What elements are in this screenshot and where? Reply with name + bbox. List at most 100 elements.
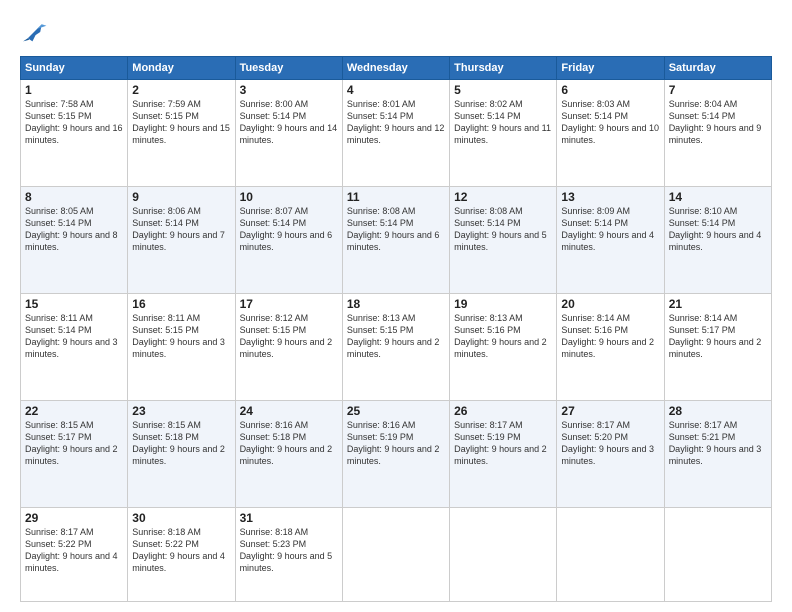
day-number: 29 xyxy=(25,511,123,525)
day-info: Sunrise: 8:07 AM Sunset: 5:14 PM Dayligh… xyxy=(240,205,338,254)
day-number: 22 xyxy=(25,404,123,418)
day-number: 3 xyxy=(240,83,338,97)
day-info: Sunrise: 8:11 AM Sunset: 5:14 PM Dayligh… xyxy=(25,312,123,361)
day-info: Sunrise: 8:03 AM Sunset: 5:14 PM Dayligh… xyxy=(561,98,659,147)
day-info: Sunrise: 8:13 AM Sunset: 5:15 PM Dayligh… xyxy=(347,312,445,361)
table-row xyxy=(664,508,771,602)
table-row: 15 Sunrise: 8:11 AM Sunset: 5:14 PM Dayl… xyxy=(21,294,128,401)
day-info: Sunrise: 7:59 AM Sunset: 5:15 PM Dayligh… xyxy=(132,98,230,147)
day-info: Sunrise: 8:08 AM Sunset: 5:14 PM Dayligh… xyxy=(454,205,552,254)
day-info: Sunrise: 8:10 AM Sunset: 5:14 PM Dayligh… xyxy=(669,205,767,254)
calendar-week-row: 15 Sunrise: 8:11 AM Sunset: 5:14 PM Dayl… xyxy=(21,294,772,401)
logo-icon xyxy=(20,18,48,46)
day-number: 18 xyxy=(347,297,445,311)
day-number: 31 xyxy=(240,511,338,525)
day-number: 28 xyxy=(669,404,767,418)
table-row: 31 Sunrise: 8:18 AM Sunset: 5:23 PM Dayl… xyxy=(235,508,342,602)
day-number: 5 xyxy=(454,83,552,97)
table-row: 5 Sunrise: 8:02 AM Sunset: 5:14 PM Dayli… xyxy=(450,80,557,187)
day-info: Sunrise: 8:15 AM Sunset: 5:18 PM Dayligh… xyxy=(132,419,230,468)
calendar-week-row: 8 Sunrise: 8:05 AM Sunset: 5:14 PM Dayli… xyxy=(21,187,772,294)
day-number: 12 xyxy=(454,190,552,204)
header-tuesday: Tuesday xyxy=(235,57,342,80)
day-info: Sunrise: 8:13 AM Sunset: 5:16 PM Dayligh… xyxy=(454,312,552,361)
table-row: 25 Sunrise: 8:16 AM Sunset: 5:19 PM Dayl… xyxy=(342,401,449,508)
day-number: 17 xyxy=(240,297,338,311)
day-number: 13 xyxy=(561,190,659,204)
logo xyxy=(20,18,52,46)
day-number: 7 xyxy=(669,83,767,97)
table-row: 11 Sunrise: 8:08 AM Sunset: 5:14 PM Dayl… xyxy=(342,187,449,294)
day-info: Sunrise: 8:06 AM Sunset: 5:14 PM Dayligh… xyxy=(132,205,230,254)
table-row: 12 Sunrise: 8:08 AM Sunset: 5:14 PM Dayl… xyxy=(450,187,557,294)
day-info: Sunrise: 8:04 AM Sunset: 5:14 PM Dayligh… xyxy=(669,98,767,147)
table-row xyxy=(450,508,557,602)
day-info: Sunrise: 8:17 AM Sunset: 5:20 PM Dayligh… xyxy=(561,419,659,468)
table-row: 9 Sunrise: 8:06 AM Sunset: 5:14 PM Dayli… xyxy=(128,187,235,294)
table-row: 7 Sunrise: 8:04 AM Sunset: 5:14 PM Dayli… xyxy=(664,80,771,187)
header-friday: Friday xyxy=(557,57,664,80)
header-wednesday: Wednesday xyxy=(342,57,449,80)
table-row: 2 Sunrise: 7:59 AM Sunset: 5:15 PM Dayli… xyxy=(128,80,235,187)
day-number: 23 xyxy=(132,404,230,418)
table-row: 3 Sunrise: 8:00 AM Sunset: 5:14 PM Dayli… xyxy=(235,80,342,187)
table-row: 29 Sunrise: 8:17 AM Sunset: 5:22 PM Dayl… xyxy=(21,508,128,602)
day-number: 16 xyxy=(132,297,230,311)
day-info: Sunrise: 8:14 AM Sunset: 5:16 PM Dayligh… xyxy=(561,312,659,361)
day-number: 15 xyxy=(25,297,123,311)
day-info: Sunrise: 7:58 AM Sunset: 5:15 PM Dayligh… xyxy=(25,98,123,147)
day-info: Sunrise: 8:12 AM Sunset: 5:15 PM Dayligh… xyxy=(240,312,338,361)
day-info: Sunrise: 8:17 AM Sunset: 5:21 PM Dayligh… xyxy=(669,419,767,468)
day-info: Sunrise: 8:17 AM Sunset: 5:22 PM Dayligh… xyxy=(25,526,123,575)
day-info: Sunrise: 8:15 AM Sunset: 5:17 PM Dayligh… xyxy=(25,419,123,468)
calendar-header-row: Sunday Monday Tuesday Wednesday Thursday… xyxy=(21,57,772,80)
day-number: 2 xyxy=(132,83,230,97)
calendar-table: Sunday Monday Tuesday Wednesday Thursday… xyxy=(20,56,772,602)
day-info: Sunrise: 8:05 AM Sunset: 5:14 PM Dayligh… xyxy=(25,205,123,254)
table-row: 27 Sunrise: 8:17 AM Sunset: 5:20 PM Dayl… xyxy=(557,401,664,508)
day-number: 24 xyxy=(240,404,338,418)
header-monday: Monday xyxy=(128,57,235,80)
day-number: 1 xyxy=(25,83,123,97)
day-number: 6 xyxy=(561,83,659,97)
header xyxy=(20,18,772,46)
table-row: 17 Sunrise: 8:12 AM Sunset: 5:15 PM Dayl… xyxy=(235,294,342,401)
day-number: 21 xyxy=(669,297,767,311)
day-number: 19 xyxy=(454,297,552,311)
day-number: 4 xyxy=(347,83,445,97)
day-number: 8 xyxy=(25,190,123,204)
header-saturday: Saturday xyxy=(664,57,771,80)
day-number: 9 xyxy=(132,190,230,204)
table-row: 16 Sunrise: 8:11 AM Sunset: 5:15 PM Dayl… xyxy=(128,294,235,401)
calendar-week-row: 1 Sunrise: 7:58 AM Sunset: 5:15 PM Dayli… xyxy=(21,80,772,187)
day-number: 26 xyxy=(454,404,552,418)
calendar-week-row: 22 Sunrise: 8:15 AM Sunset: 5:17 PM Dayl… xyxy=(21,401,772,508)
table-row: 4 Sunrise: 8:01 AM Sunset: 5:14 PM Dayli… xyxy=(342,80,449,187)
day-info: Sunrise: 8:01 AM Sunset: 5:14 PM Dayligh… xyxy=(347,98,445,147)
table-row: 26 Sunrise: 8:17 AM Sunset: 5:19 PM Dayl… xyxy=(450,401,557,508)
table-row: 6 Sunrise: 8:03 AM Sunset: 5:14 PM Dayli… xyxy=(557,80,664,187)
day-info: Sunrise: 8:09 AM Sunset: 5:14 PM Dayligh… xyxy=(561,205,659,254)
day-number: 20 xyxy=(561,297,659,311)
day-info: Sunrise: 8:17 AM Sunset: 5:19 PM Dayligh… xyxy=(454,419,552,468)
table-row xyxy=(557,508,664,602)
calendar-week-row: 29 Sunrise: 8:17 AM Sunset: 5:22 PM Dayl… xyxy=(21,508,772,602)
day-info: Sunrise: 8:02 AM Sunset: 5:14 PM Dayligh… xyxy=(454,98,552,147)
table-row xyxy=(342,508,449,602)
day-info: Sunrise: 8:16 AM Sunset: 5:18 PM Dayligh… xyxy=(240,419,338,468)
table-row: 14 Sunrise: 8:10 AM Sunset: 5:14 PM Dayl… xyxy=(664,187,771,294)
day-number: 14 xyxy=(669,190,767,204)
header-thursday: Thursday xyxy=(450,57,557,80)
table-row: 23 Sunrise: 8:15 AM Sunset: 5:18 PM Dayl… xyxy=(128,401,235,508)
day-info: Sunrise: 8:16 AM Sunset: 5:19 PM Dayligh… xyxy=(347,419,445,468)
day-info: Sunrise: 8:18 AM Sunset: 5:23 PM Dayligh… xyxy=(240,526,338,575)
day-number: 30 xyxy=(132,511,230,525)
table-row: 20 Sunrise: 8:14 AM Sunset: 5:16 PM Dayl… xyxy=(557,294,664,401)
table-row: 28 Sunrise: 8:17 AM Sunset: 5:21 PM Dayl… xyxy=(664,401,771,508)
day-info: Sunrise: 8:14 AM Sunset: 5:17 PM Dayligh… xyxy=(669,312,767,361)
day-info: Sunrise: 8:00 AM Sunset: 5:14 PM Dayligh… xyxy=(240,98,338,147)
day-info: Sunrise: 8:08 AM Sunset: 5:14 PM Dayligh… xyxy=(347,205,445,254)
table-row: 19 Sunrise: 8:13 AM Sunset: 5:16 PM Dayl… xyxy=(450,294,557,401)
table-row: 24 Sunrise: 8:16 AM Sunset: 5:18 PM Dayl… xyxy=(235,401,342,508)
table-row: 1 Sunrise: 7:58 AM Sunset: 5:15 PM Dayli… xyxy=(21,80,128,187)
